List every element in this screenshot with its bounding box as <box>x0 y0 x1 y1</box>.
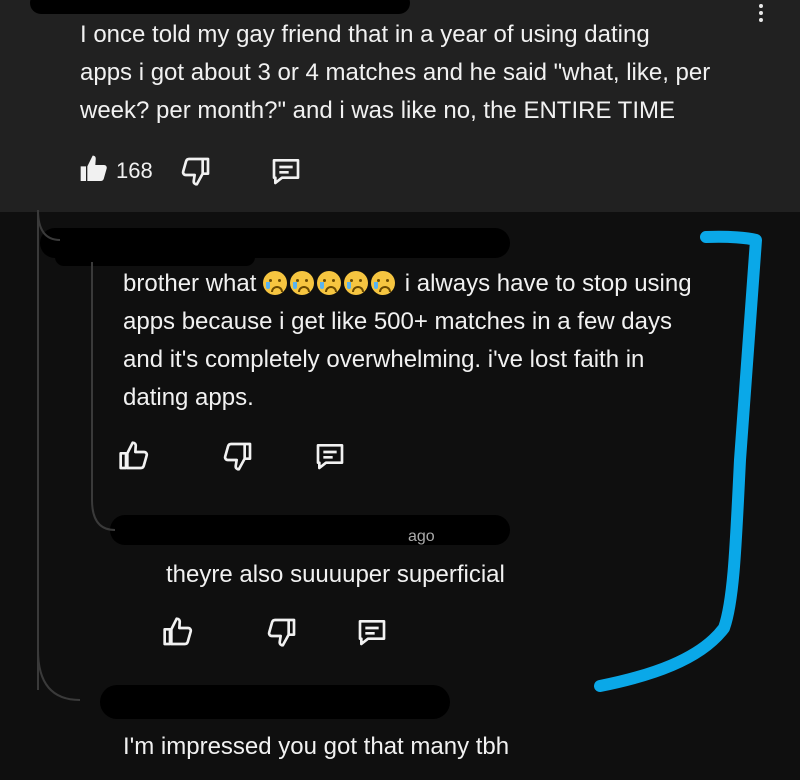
annotation-bracket <box>594 230 762 692</box>
